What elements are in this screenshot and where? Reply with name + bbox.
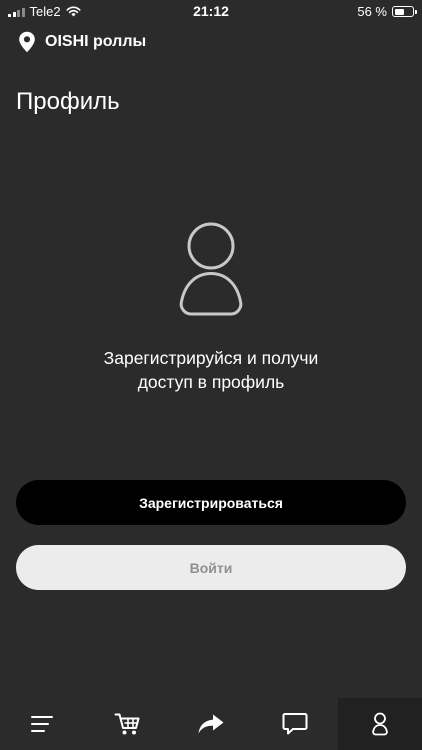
map-pin-icon [19, 31, 35, 53]
prompt-line-2: доступ в профиль [137, 372, 285, 392]
register-button[interactable]: Зарегистрироваться [16, 480, 406, 525]
cart-icon [114, 713, 140, 735]
battery-icon [392, 6, 417, 17]
chat-icon [282, 713, 308, 735]
user-icon [372, 712, 388, 736]
prompt-line-1: Зарегистрируйся и получи [103, 348, 319, 368]
tab-bar [0, 698, 422, 750]
page-title: Профиль [16, 88, 120, 115]
battery-percent: 56 % [357, 4, 387, 19]
location-name: OISHI роллы [45, 33, 147, 50]
menu-icon [31, 716, 54, 732]
tab-chat[interactable] [253, 698, 337, 750]
tab-menu[interactable] [0, 698, 84, 750]
tab-cart[interactable] [84, 698, 168, 750]
tab-share[interactable] [169, 698, 253, 750]
tab-profile[interactable] [337, 698, 422, 750]
status-bar: Tele2 21:12 56 % [0, 0, 422, 22]
login-button[interactable]: Войти [16, 545, 406, 590]
register-prompt: Зарегистрируйся и получи доступ в профил… [40, 346, 382, 394]
battery-level [394, 8, 404, 15]
share-arrow-icon [198, 714, 224, 734]
user-icon [179, 222, 243, 316]
status-right: 56 % [357, 4, 417, 19]
location-selector[interactable]: OISHI роллы [18, 31, 146, 53]
